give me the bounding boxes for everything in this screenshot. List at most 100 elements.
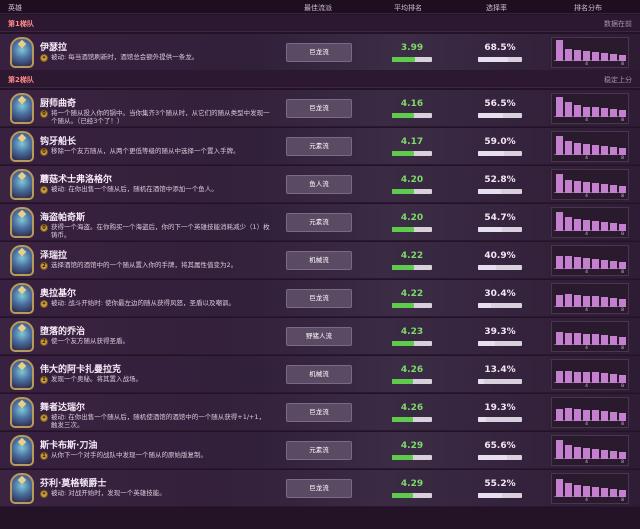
best-comp-badge: 巨龙流 [286, 479, 352, 498]
hero-name[interactable]: 奥拉基尔 [40, 286, 76, 299]
best-comp-badge: 巨龙流 [286, 289, 352, 308]
hero-power-desc: 使一个友方随从获得圣盾。 [51, 337, 129, 345]
dist-tick-label: 4 [585, 270, 588, 275]
pick-rate-bar [478, 493, 522, 498]
pick-rate-value: 13.4% [484, 365, 516, 375]
table-header: 英雄 最佳流派 平均排名 选择率 排名分布 [0, 0, 640, 14]
avg-rank-bar-fill [392, 303, 414, 308]
dist-tick-label: 8 [621, 118, 624, 123]
avg-rank-value: 4.29 [400, 479, 424, 489]
avg-rank-bar-fill [392, 227, 414, 232]
hero-portrait [10, 131, 34, 162]
hero-portrait [10, 93, 34, 124]
hero-row[interactable]: 堕落的乔治 2 使一个友方随从获得圣盾。 野猪人流 4.23 39.3% 4 8 [0, 318, 640, 355]
avg-rank-value: 4.20 [400, 175, 424, 185]
hero-name[interactable]: 海盗帕奇斯 [40, 210, 85, 223]
hero-name[interactable]: 厨师曲奇 [40, 96, 76, 109]
dist-tick-label: 8 [621, 346, 624, 351]
dist-bar [583, 258, 590, 269]
hero-name[interactable]: 泽瑞拉 [40, 248, 67, 261]
hero-name[interactable]: 伊瑟拉 [40, 40, 67, 53]
hero-portrait [10, 169, 34, 200]
dist-bar [583, 182, 590, 193]
hero-name[interactable]: 舞者达瑞尔 [40, 400, 85, 413]
dist-bar [601, 260, 608, 269]
tier-star-icon [17, 475, 27, 485]
dist-bar [583, 486, 590, 497]
hero-power-desc: 移除一个友方随从，从两个更低等级的随从中选择一个置入手牌。 [51, 147, 240, 155]
dist-bar [556, 40, 563, 61]
hero-name[interactable]: 蘑菇术士弗洛格尔 [40, 172, 112, 185]
dist-bar [556, 331, 563, 345]
hero-row[interactable]: 钩牙船长 0 移除一个友方随从，从两个更低等级的随从中选择一个置入手牌。 元素流 4.1… [0, 128, 640, 165]
best-comp-badge: 元素流 [286, 213, 352, 232]
coin-icon: 2 [40, 338, 48, 346]
dist-bar [574, 446, 581, 459]
hero-row[interactable]: 海盗帕奇斯 0 获得一个海盗。在你购买一个海盗后，你的下一个英雄技能消耗减少（1）枚… [0, 204, 640, 241]
tier-star-icon [17, 247, 27, 257]
hero-row[interactable]: 伊瑟拉 ✦ 被动: 每当酒馆刷新时，酒馆总会额外提供一条龙。 巨龙流 3.99 68.5%… [0, 34, 640, 71]
hero-row[interactable]: 舞者达瑞尔 ✦ 被动: 在你出售一个随从后，随机使酒馆的酒馆中的一个随从获得+1/+… [0, 394, 640, 431]
tier-name: 第2梯队 [8, 76, 34, 84]
dist-bar [556, 255, 563, 269]
dist-bar [601, 53, 608, 61]
pick-rate-bar [478, 227, 522, 232]
hero-power-desc: 被动: 在你出售一个随从后，随机使酒馆的酒馆中的一个随从获得+1/+1，触发三次… [51, 413, 266, 429]
header-hero[interactable]: 英雄 [8, 3, 22, 13]
coin-icon: 0 [40, 110, 48, 118]
tier-star-icon [17, 437, 27, 447]
hero-row[interactable]: 芬利·莫格顿爵士 ✦ 被动: 对战开始时，发现一个英雄技能。 巨龙流 4.29 55.2%… [0, 470, 640, 507]
hero-row[interactable]: 蘑菇术士弗洛格尔 ✦ 被动: 在你出售一个随从后，随机在酒馆中添加一个鱼人。 鱼人流 4… [0, 166, 640, 203]
rank-distribution-chart: 48 [551, 207, 629, 238]
hero-row[interactable]: 伟大的阿卡扎曼拉克 1 发现一个奥秘。将其置入战场。 机械流 4.26 13.4% 4 8 [0, 356, 640, 393]
pick-rate-value: 65.6% [484, 441, 516, 451]
dist-bar [610, 54, 617, 61]
header-rank-dist[interactable]: 排名分布 [574, 3, 602, 13]
pick-rate-value: 56.5% [484, 99, 516, 109]
header-pick-rate[interactable]: 选择率 [486, 3, 507, 13]
dist-bar [610, 451, 617, 459]
dist-bar [574, 256, 581, 269]
tier-star-icon [17, 133, 27, 143]
dist-tick-label: 4 [585, 118, 588, 123]
avg-rank-bar [392, 379, 432, 384]
hero-row[interactable]: 泽瑞拉 2 选择酒馆的酒馆中的一个随从置入你的手牌，将其属性值变为2。 机械流 4.22… [0, 242, 640, 279]
rank-distribution-chart: 48 [551, 245, 629, 276]
pick-rate-bar-fill [478, 493, 503, 498]
hero-name[interactable]: 斯卡布斯·刀油 [40, 438, 97, 451]
hero-portrait [10, 359, 34, 390]
hero-row[interactable]: 斯卡布斯·刀油 1 从你下一个对手的战队中发现一个随从的原始版复制。 元素流 4.29 6… [0, 432, 640, 469]
hero-power-desc: 被动: 在你出售一个随从后，随机在酒馆中添加一个鱼人。 [51, 185, 218, 193]
hero-name[interactable]: 堕落的乔治 [40, 324, 85, 337]
avg-rank-bar-fill [392, 57, 415, 62]
header-avg-rank[interactable]: 平均排名 [394, 3, 422, 13]
dist-tick-label: 8 [621, 232, 624, 237]
hero-name[interactable]: 伟大的阿卡扎曼拉克 [40, 362, 121, 375]
dist-bar [574, 332, 581, 345]
rank-distribution-chart: 48 [551, 169, 629, 200]
dist-tick-label: 4 [585, 156, 588, 161]
dist-tick-label: 4 [585, 384, 588, 389]
dist-bar [556, 174, 563, 193]
dist-tick-label: 8 [621, 498, 624, 503]
hero-portrait [10, 283, 34, 314]
hero-name[interactable]: 钩牙船长 [40, 134, 76, 147]
pick-rate-value: 19.3% [484, 403, 516, 413]
coin-icon: ✦ [40, 54, 48, 62]
dist-bar [565, 370, 572, 383]
dist-bar [574, 50, 581, 61]
dist-bar [619, 337, 626, 345]
dist-tick-label: 4 [585, 194, 588, 199]
dist-bar [601, 184, 608, 193]
header-best-comp[interactable]: 最佳流派 [304, 3, 332, 13]
dist-bar [565, 101, 572, 117]
dist-bar [565, 332, 572, 345]
hero-row[interactable]: 厨师曲奇 0 将一个随从投入你的锅中。当你集齐3个随从时，从它们的随从类型中发现一个… [0, 90, 640, 127]
hero-name[interactable]: 芬利·莫格顿爵士 [40, 476, 106, 489]
avg-rank-bar [392, 265, 432, 270]
dist-bar [610, 185, 617, 193]
hero-row[interactable]: 奥拉基尔 ✦ 被动: 战斗开始时: 使你最左边的随从获得风怒，圣盾以及嘲讽。 巨龙流 4… [0, 280, 640, 317]
pick-rate-bar-fill [478, 379, 484, 384]
dist-bar [583, 448, 590, 459]
avg-rank-bar [392, 113, 432, 118]
